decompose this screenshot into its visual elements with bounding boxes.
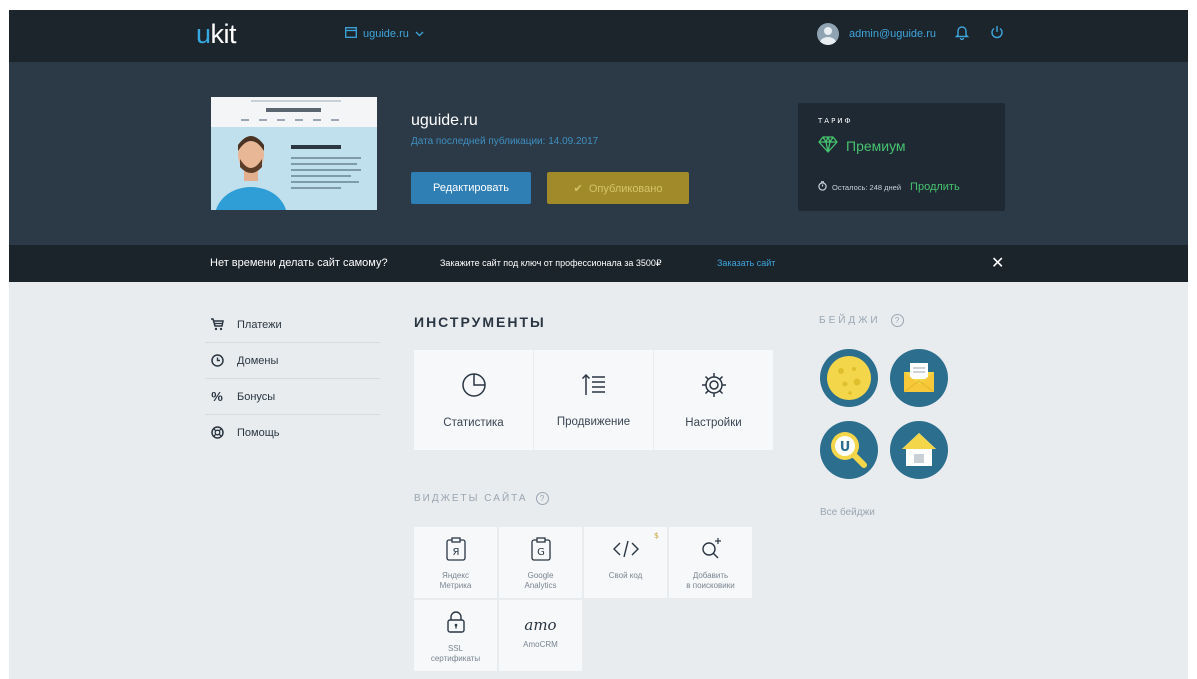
- sidebar-menu: Платежи Домены % Бонусы Помощь: [205, 307, 380, 450]
- widget-google-analytics[interactable]: G Google Analytics: [499, 527, 582, 598]
- top-navbar: ukit uguide.ru admin@uguide.ru: [9, 10, 1188, 62]
- widget-search-engines[interactable]: Добавить в поисковики: [669, 527, 752, 598]
- sidebar-item-domains[interactable]: Домены: [205, 343, 380, 379]
- envelope-badge-icon[interactable]: [890, 349, 948, 407]
- svg-text:Я: Я: [452, 547, 459, 558]
- search-u-badge-icon[interactable]: U: [820, 421, 878, 479]
- cart-icon: [207, 318, 227, 331]
- user-menu[interactable]: admin@uguide.ru: [817, 23, 936, 45]
- pie-chart-icon: [460, 371, 488, 403]
- user-email[interactable]: admin@uguide.ru: [849, 28, 936, 40]
- site-preview-thumbnail[interactable]: [211, 97, 377, 210]
- ukit-logo[interactable]: ukit: [196, 19, 237, 50]
- avatar[interactable]: [817, 23, 839, 45]
- bell-icon[interactable]: [954, 25, 970, 44]
- timer-icon: [818, 181, 827, 193]
- diamond-icon: [818, 136, 838, 156]
- svg-text:U: U: [840, 440, 851, 455]
- globe-icon: [207, 354, 227, 367]
- promo-banner: Нет времени делать сайт самому? Закажите…: [9, 245, 1188, 282]
- sidebar-item-help[interactable]: Помощь: [205, 415, 380, 450]
- plan-label: ТАРИФ: [818, 117, 853, 125]
- plan-name: Премиум: [818, 136, 906, 156]
- all-badges-link[interactable]: Все бейджи: [820, 507, 875, 518]
- close-icon[interactable]: ✕: [991, 253, 1004, 272]
- code-icon: [612, 537, 640, 565]
- lock-icon: [446, 610, 466, 638]
- widgets-grid: Я Яндекс Метрика G Google Analytics $ Св…: [414, 527, 774, 671]
- yandex-metrica-icon: Я: [445, 537, 466, 565]
- site-summary: uguide.ru Дата последней публикации: 14.…: [9, 62, 1188, 245]
- check-icon: ✔: [573, 182, 583, 195]
- widget-custom-code[interactable]: $ Свой код: [584, 527, 667, 598]
- published-button[interactable]: ✔ Опубликовано: [547, 172, 689, 204]
- tools-grid: Статистика Продвижение Настройки: [414, 350, 773, 450]
- percent-icon: %: [211, 389, 223, 404]
- published-label: Опубликовано: [588, 182, 663, 195]
- plan-remaining: Осталось: 248 дней Продлить: [818, 181, 960, 193]
- house-badge-icon[interactable]: [890, 421, 948, 479]
- sidebar-item-bonuses[interactable]: % Бонусы: [205, 379, 380, 415]
- promo-text: Закажите сайт под ключ от профессионала …: [440, 258, 662, 268]
- moon-badge-icon[interactable]: [820, 349, 878, 407]
- google-analytics-icon: G: [530, 537, 551, 565]
- amo-logo: amo: [524, 616, 557, 634]
- site-title[interactable]: uguide.ru: [411, 112, 478, 130]
- chevron-down-icon: [415, 28, 424, 40]
- sort-icon: [581, 372, 607, 402]
- order-site-link[interactable]: Заказать сайт: [717, 258, 775, 268]
- help-icon[interactable]: ?: [890, 314, 904, 327]
- power-icon[interactable]: [990, 25, 1004, 44]
- tool-statistics[interactable]: Статистика: [414, 350, 533, 450]
- gear-icon: [700, 371, 728, 403]
- search-plus-icon: [699, 537, 723, 565]
- last-publish-date: Дата последней публикации: 14.09.2017: [411, 136, 599, 147]
- tools-title: ИНСТРУМЕНТЫ: [414, 314, 546, 330]
- app-frame: ukit uguide.ru admin@uguide.ru uguide.ru…: [9, 10, 1188, 679]
- widgets-title: ВИДЖЕТЫ САЙТА ?: [414, 492, 549, 505]
- widget-amocrm[interactable]: amo AmoCRM: [499, 600, 582, 671]
- plan-card: ТАРИФ Премиум Осталось: 248 дней Продлит…: [798, 103, 1005, 211]
- widget-yandex-metrica[interactable]: Я Яндекс Метрика: [414, 527, 497, 598]
- help-icon[interactable]: ?: [535, 492, 549, 505]
- sidebar-item-payments[interactable]: Платежи: [205, 307, 380, 343]
- browser-window-icon: [345, 27, 357, 41]
- widget-ssl[interactable]: SSL сертификаты: [414, 600, 497, 671]
- paid-badge: $: [653, 531, 659, 540]
- promo-question: Нет времени делать сайт самому?: [210, 257, 388, 269]
- svg-text:G: G: [537, 547, 545, 558]
- badges-title: БЕЙДЖИ ?: [819, 314, 904, 327]
- site-selector-label: uguide.ru: [363, 28, 409, 40]
- lifebuoy-icon: [207, 426, 227, 439]
- tool-settings[interactable]: Настройки: [654, 350, 773, 450]
- site-selector[interactable]: uguide.ru: [345, 27, 424, 41]
- tool-promotion[interactable]: Продвижение: [534, 350, 653, 450]
- edit-button[interactable]: Редактировать: [411, 172, 531, 204]
- renew-link[interactable]: Продлить: [910, 181, 960, 193]
